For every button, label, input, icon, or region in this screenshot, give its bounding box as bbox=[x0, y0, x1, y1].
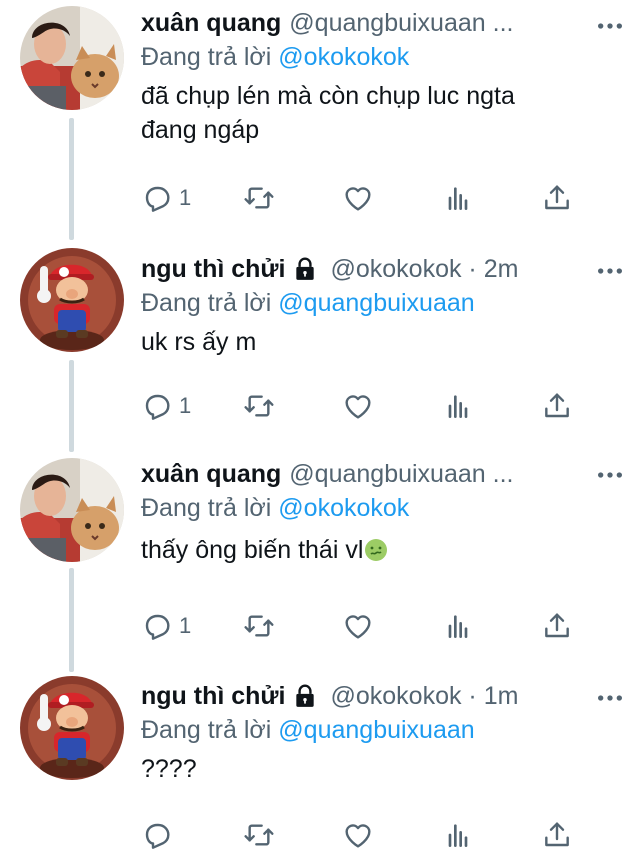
like-button[interactable] bbox=[342, 606, 374, 646]
reply-button[interactable] bbox=[141, 815, 179, 855]
display-name[interactable]: ngu thì chửi bbox=[141, 252, 285, 286]
share-icon bbox=[541, 182, 573, 214]
tweet-text: ???? bbox=[141, 752, 626, 786]
share-icon bbox=[541, 610, 573, 642]
share-button[interactable] bbox=[541, 178, 573, 218]
reply-prefix: Đang trả lời bbox=[141, 43, 272, 71]
views-icon bbox=[442, 182, 474, 214]
tweet-text: uk rs ấy m bbox=[141, 325, 626, 359]
reply-icon bbox=[141, 182, 173, 214]
retweet-icon bbox=[243, 390, 275, 422]
tweet-text-line: thấy ông biến thái vl bbox=[141, 536, 364, 564]
reply-button[interactable]: 1 bbox=[141, 606, 191, 646]
more-icon[interactable] bbox=[594, 681, 626, 715]
reply-button[interactable]: 1 bbox=[141, 178, 191, 218]
tweet-text-line: ???? bbox=[141, 755, 197, 783]
replying-to: Đang trả lời @okokokok bbox=[141, 491, 626, 525]
views-icon bbox=[442, 819, 474, 851]
like-icon bbox=[342, 182, 374, 214]
share-button[interactable] bbox=[541, 606, 573, 646]
like-icon bbox=[342, 390, 374, 422]
tweet[interactable]: xuân quang @quangbuixuaan ... Đang trả l… bbox=[0, 455, 640, 665]
tweet-actions: 1 bbox=[141, 178, 571, 218]
reply-prefix: Đang trả lời bbox=[141, 494, 272, 522]
like-icon bbox=[342, 610, 374, 642]
tweet-text: đã chụp lén mà còn chụp luc ngta đang ng… bbox=[141, 79, 626, 147]
like-button[interactable] bbox=[342, 815, 374, 855]
tweet-header: ngu thì chửi @okokokok · 2m bbox=[141, 252, 626, 286]
replying-to: Đang trả lời @quangbuixuaan bbox=[141, 713, 626, 747]
retweet-icon bbox=[243, 610, 275, 642]
reply-icon bbox=[141, 610, 173, 642]
share-button[interactable] bbox=[541, 815, 573, 855]
more-icon[interactable] bbox=[594, 9, 626, 43]
tweet[interactable]: ngu thì chửi @okokokok · 1m Đang trả lời… bbox=[0, 676, 640, 866]
retweet-icon bbox=[243, 819, 275, 851]
retweet-icon bbox=[243, 182, 275, 214]
retweet-button[interactable] bbox=[243, 815, 275, 855]
tweet-text-line: đã chụp lén mà còn chụp luc ngta bbox=[141, 82, 515, 110]
tweet-actions: 1 bbox=[141, 386, 571, 426]
reply-to-handle[interactable]: @okokokok bbox=[278, 494, 409, 522]
views-button[interactable] bbox=[442, 815, 474, 855]
retweet-button[interactable] bbox=[243, 386, 275, 426]
reply-to-handle[interactable]: @quangbuixuaan bbox=[278, 716, 474, 744]
reply-to-handle[interactable]: @okokokok bbox=[278, 43, 409, 71]
tweet[interactable]: ngu thì chửi @okokokok · 2m Đang trả lời… bbox=[0, 248, 640, 448]
display-name[interactable]: ngu thì chửi bbox=[141, 679, 285, 713]
more-icon[interactable] bbox=[594, 254, 626, 288]
display-name[interactable]: xuân quang bbox=[141, 6, 281, 40]
share-icon bbox=[541, 390, 573, 422]
avatar[interactable] bbox=[20, 676, 124, 780]
tweet-header: xuân quang @quangbuixuaan ... bbox=[141, 6, 626, 40]
views-icon bbox=[442, 390, 474, 422]
avatar-mario bbox=[20, 248, 124, 352]
share-button[interactable] bbox=[541, 386, 573, 426]
lock-icon bbox=[292, 683, 318, 709]
handle[interactable]: @quangbuixuaan ... bbox=[289, 457, 513, 491]
views-icon bbox=[442, 610, 474, 642]
views-button[interactable] bbox=[442, 606, 474, 646]
handle[interactable]: @okokokok · 2m bbox=[330, 252, 518, 286]
like-icon bbox=[342, 819, 374, 851]
handle[interactable]: @quangbuixuaan ... bbox=[289, 6, 513, 40]
reply-to-handle[interactable]: @quangbuixuaan bbox=[278, 289, 474, 317]
nauseated-face-emoji bbox=[365, 539, 388, 561]
reply-prefix: Đang trả lời bbox=[141, 716, 272, 744]
lock-icon bbox=[292, 256, 318, 282]
tweet-text: thấy ông biến thái vl bbox=[141, 533, 626, 567]
tweet-actions bbox=[141, 815, 571, 855]
replying-to: Đang trả lời @quangbuixuaan bbox=[141, 286, 626, 320]
views-button[interactable] bbox=[442, 386, 474, 426]
like-button[interactable] bbox=[342, 178, 374, 218]
reply-button[interactable]: 1 bbox=[141, 386, 191, 426]
reply-prefix: Đang trả lời bbox=[141, 289, 272, 317]
tweet[interactable]: xuân quang @quangbuixuaan ... Đang trả l… bbox=[0, 0, 640, 230]
retweet-button[interactable] bbox=[243, 606, 275, 646]
handle[interactable]: @okokokok · 1m bbox=[330, 679, 518, 713]
views-button[interactable] bbox=[442, 178, 474, 218]
avatar[interactable] bbox=[20, 6, 124, 110]
avatar[interactable] bbox=[20, 248, 124, 352]
reply-count: 1 bbox=[179, 393, 192, 418]
reply-icon bbox=[141, 390, 173, 422]
avatar-mario bbox=[20, 676, 124, 780]
tweet-text-line: đang ngáp bbox=[141, 116, 260, 144]
display-name[interactable]: xuân quang bbox=[141, 457, 281, 491]
like-button[interactable] bbox=[342, 386, 374, 426]
tweet-header: ngu thì chửi @okokokok · 1m bbox=[141, 679, 626, 713]
tweet-text-line: uk rs ấy m bbox=[141, 328, 257, 356]
share-icon bbox=[541, 819, 573, 851]
tweet-header: xuân quang @quangbuixuaan ... bbox=[141, 457, 626, 491]
tweet-actions: 1 bbox=[141, 606, 571, 646]
reply-icon bbox=[141, 819, 173, 851]
retweet-button[interactable] bbox=[243, 178, 275, 218]
avatar[interactable] bbox=[20, 458, 124, 562]
more-icon[interactable] bbox=[594, 458, 626, 492]
replying-to: Đang trả lời @okokokok bbox=[141, 40, 626, 74]
reply-count: 1 bbox=[179, 185, 192, 210]
avatar-person-cat bbox=[20, 458, 124, 562]
avatar-person-cat bbox=[20, 6, 124, 110]
reply-count: 1 bbox=[179, 613, 192, 638]
